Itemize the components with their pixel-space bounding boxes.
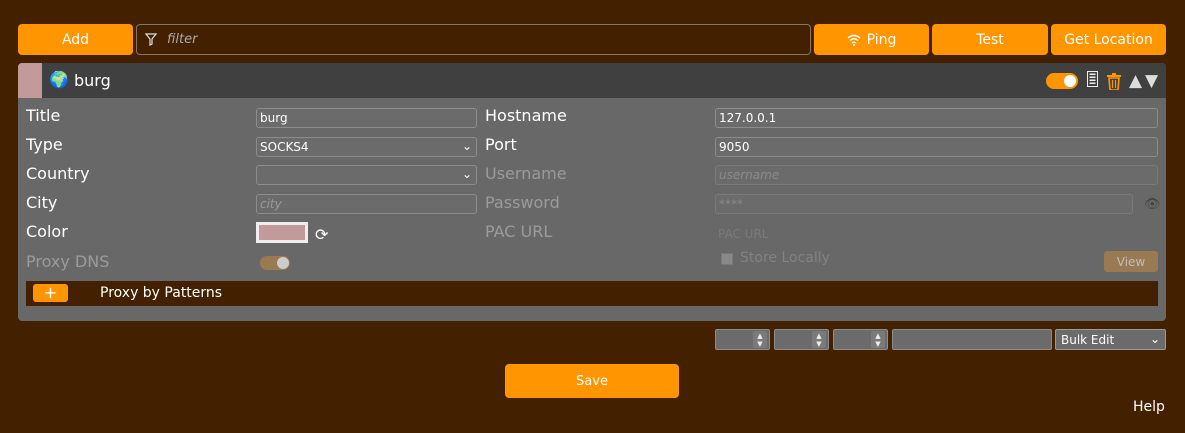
proxy-name: burg [74,71,111,90]
type-label: Type [26,135,63,154]
bulk-text-input[interactable] [892,329,1052,350]
city-input[interactable] [256,194,477,214]
move-up-icon[interactable]: ▲ [1129,71,1142,91]
enable-toggle[interactable] [1046,73,1078,89]
filter-input[interactable] [165,31,789,48]
filter-box[interactable] [136,24,811,55]
proxy-panel: 🌍 burg ▲ ▼ Title Type SOCKS4 ⌄ Country ⌄… [18,63,1166,321]
spin-input-2[interactable]: ▲ ▼ [774,329,829,350]
spin-input-3[interactable]: ▲ ▼ [833,329,888,350]
get-location-button[interactable]: Get Location [1051,24,1166,55]
store-locally-checkbox[interactable] [721,253,733,265]
color-swatch[interactable] [256,222,308,243]
username-input[interactable] [715,165,1158,185]
username-label: Username [485,164,567,183]
duplicate-icon[interactable] [1087,71,1098,87]
proxy-dns-label: Proxy DNS [26,252,110,271]
globe-icon: 🌍 [49,70,69,89]
chevron-down-icon: ⌄ [461,167,472,181]
spin-arrows-icon[interactable]: ▲ ▼ [812,331,826,348]
port-input[interactable] [715,137,1158,157]
help-link[interactable]: Help [1133,399,1165,415]
title-input[interactable] [256,108,477,128]
city-label: City [26,193,58,212]
store-locally-label: Store Locally [740,250,830,266]
view-button[interactable]: View [1104,251,1158,272]
ping-label: Ping [866,31,897,48]
eye-icon[interactable]: 👁 [1144,197,1161,212]
bulk-edit-value: Bulk Edit [1061,333,1115,347]
type-select[interactable]: SOCKS4 ⌄ [256,137,477,157]
refresh-icon[interactable]: ⟳ [315,225,328,244]
proxy-header[interactable]: 🌍 burg ▲ ▼ [18,63,1166,98]
trash-icon[interactable] [1107,73,1121,90]
spin-input-1[interactable]: ▲ ▼ [715,329,770,350]
add-button[interactable]: Add [18,24,133,55]
patterns-bar: + Proxy by Patterns [26,281,1158,306]
country-select[interactable]: ⌄ [256,165,477,185]
password-input[interactable] [715,194,1133,214]
color-strip [18,63,42,98]
bulk-edit-select[interactable]: Bulk Edit ⌄ [1055,329,1166,350]
filter-icon [145,33,157,46]
proxy-dns-toggle[interactable] [260,256,290,270]
title-label: Title [26,106,61,125]
type-value: SOCKS4 [260,140,309,154]
wifi-icon [847,34,861,46]
ping-button[interactable]: Ping [814,24,929,55]
move-down-icon[interactable]: ▼ [1145,71,1158,91]
spin-arrows-icon[interactable]: ▲ ▼ [753,331,767,348]
chevron-down-icon: ⌄ [1149,332,1160,346]
port-label: Port [485,135,517,154]
hostname-label: Hostname [485,106,567,125]
chevron-down-icon: ⌄ [461,139,472,153]
pac-url-input[interactable]: PAC URL [718,227,768,241]
password-label: Password [485,193,560,212]
country-label: Country [26,164,90,183]
color-label: Color [26,222,68,241]
hostname-input[interactable] [715,108,1158,128]
pac-url-label: PAC URL [485,222,553,241]
test-button[interactable]: Test [932,24,1048,55]
save-button[interactable]: Save [505,364,679,398]
spin-arrows-icon[interactable]: ▲ ▼ [871,331,885,348]
add-pattern-button[interactable]: + [33,284,68,302]
patterns-label: Proxy by Patterns [100,285,223,301]
